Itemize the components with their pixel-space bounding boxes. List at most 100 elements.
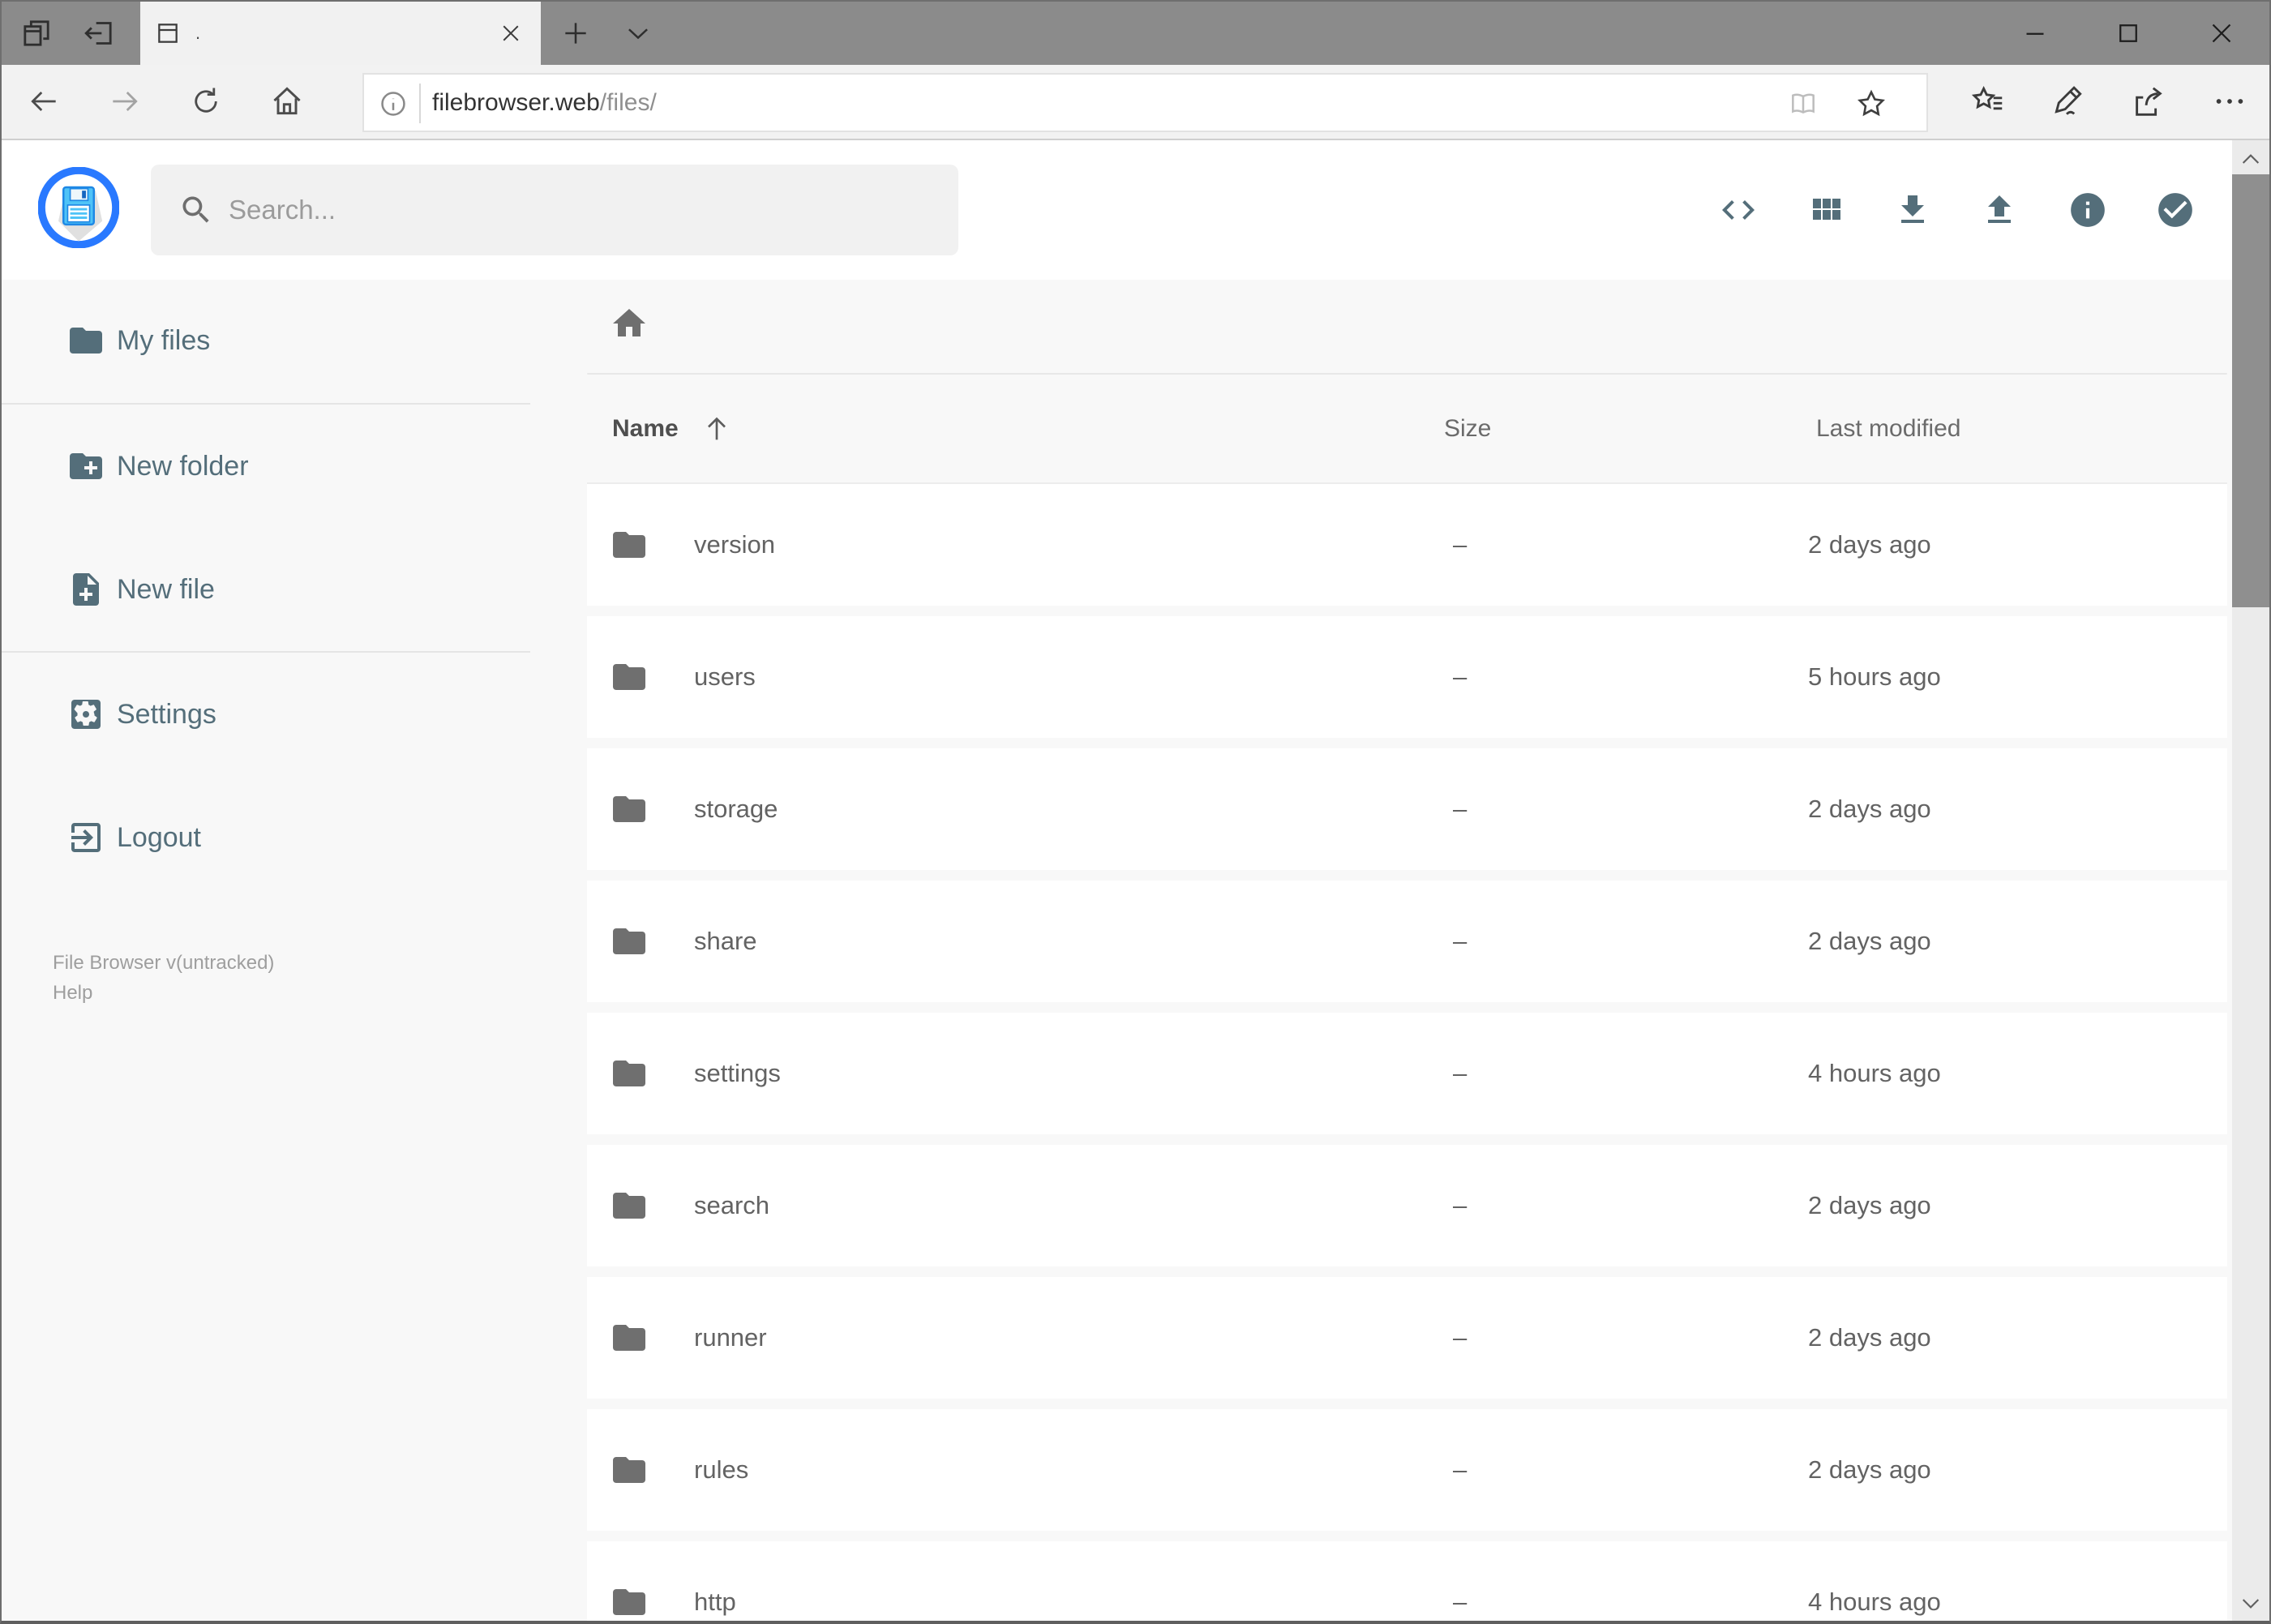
settings-more-button[interactable] [2212,84,2247,119]
sidebar-item-my-files[interactable]: My files [2,300,537,381]
file-row-runner[interactable]: runner – 2 days ago [587,1277,2227,1399]
add-favorite-star-icon[interactable] [1854,87,1888,121]
grid-view-button[interactable] [1806,191,1845,229]
web-note-button[interactable] [2050,84,2085,119]
column-header-size[interactable]: Size [1444,408,1491,450]
file-modified: 2 days ago [1808,1455,1931,1484]
file-row-rules[interactable]: rules – 2 days ago [587,1409,2227,1531]
column-header-name[interactable]: Name [612,408,679,450]
info-button[interactable] [2068,191,2107,229]
breadcrumb-home-button[interactable] [610,304,649,343]
file-row-http[interactable]: http – 4 hours ago [587,1541,2227,1622]
tab-close-icon[interactable] [499,21,523,45]
file-row-settings[interactable]: settings – 4 hours ago [587,1013,2227,1134]
filebrowser-logo[interactable] [38,167,119,248]
chevron-down-icon [623,18,653,49]
set-tabs-aside-icon [83,17,115,49]
logout-icon [66,818,105,857]
minimize-button[interactable] [2017,15,2053,51]
file-row-users[interactable]: users – 5 hours ago [587,616,2227,738]
share-button[interactable] [2131,84,2166,119]
tab-favicon-icon [155,20,181,46]
sidebar-item-new-file[interactable]: New file [2,549,537,630]
close-icon [2207,19,2236,48]
sidebar-footer: File Browser v(untracked) Help [53,948,274,1008]
select-multiple-button[interactable] [2156,191,2195,229]
file-name: share [694,927,757,955]
file-name: version [694,530,775,559]
column-header-modified[interactable]: Last modified [1816,408,1960,450]
app-header [2,140,2232,280]
sidebar-item-label: Settings [117,699,216,730]
scroll-up-icon[interactable] [2238,147,2264,173]
set-tabs-aside-button[interactable] [81,15,117,51]
file-name: rules [694,1455,749,1484]
scrollbar-thumb[interactable] [2232,174,2269,607]
file-modified: 2 days ago [1808,1191,1931,1219]
reading-view-icon[interactable] [1788,88,1819,119]
minimize-icon [2020,19,2050,48]
file-size: – [1453,1588,1468,1616]
settings-gear-icon [66,695,105,734]
file-row-share[interactable]: share – 2 days ago [587,881,2227,1002]
file-name: http [694,1588,736,1616]
sidebar-item-label: New folder [117,451,249,482]
sidebar-item-logout[interactable]: Logout [2,797,537,878]
file-size: – [1453,662,1468,691]
shell-toggle-button[interactable] [1719,191,1758,229]
close-window-button[interactable] [2204,15,2239,51]
search-input[interactable] [229,165,926,255]
url-path: /files/ [599,89,657,116]
browser-tab[interactable]: . [140,2,541,65]
maximize-button[interactable] [2110,15,2146,51]
folder-icon [610,525,649,564]
download-button[interactable] [1893,191,1932,229]
file-row-search[interactable]: search – 2 days ago [587,1145,2227,1266]
file-row-storage[interactable]: storage – 2 days ago [587,748,2227,870]
folder-icon [610,658,649,696]
code-icon [1719,191,1758,229]
search-bar[interactable] [151,165,958,255]
ellipsis-icon [2211,83,2248,120]
file-modified: 4 hours ago [1808,1588,1941,1616]
sidebar-item-label: My files [117,325,211,356]
file-modified: 2 days ago [1808,1323,1931,1352]
sidebar-item-settings[interactable]: Settings [2,674,537,755]
file-name: search [694,1191,770,1219]
download-icon [1893,191,1932,229]
upload-button[interactable] [1980,191,2019,229]
new-tab-button[interactable] [558,15,593,51]
site-info-icon[interactable] [378,88,409,119]
forward-button[interactable] [107,84,143,119]
home-button[interactable] [269,84,305,119]
refresh-button[interactable] [188,84,224,119]
sidebar-item-new-folder[interactable]: New folder [2,426,537,507]
tab-preview-button[interactable] [19,15,54,51]
file-name: settings [694,1059,781,1087]
file-modified: 2 days ago [1808,795,1931,823]
hub-star-list-icon [1969,83,2007,120]
folder-icon [610,1450,649,1489]
sort-ascending-arrow-icon[interactable] [701,413,733,445]
address-bar[interactable]: filebrowser.web/files/ [362,73,1928,132]
filebrowser-app: My files New folder New file Settings Lo… [2,140,2232,1622]
search-icon [178,192,214,228]
sidebar-divider [2,403,530,405]
new-file-icon [66,570,105,609]
help-link[interactable]: Help [53,978,274,1008]
file-row-version[interactable]: version – 2 days ago [587,484,2227,606]
scroll-down-icon[interactable] [2238,1590,2264,1616]
title-bar: . [2,2,2269,65]
tab-title: . [195,23,201,43]
folder-icon [610,1054,649,1093]
hub-favorites-button[interactable] [1970,84,2006,119]
page-scrollbar[interactable] [2232,140,2269,1622]
file-modified: 2 days ago [1808,927,1931,955]
tab-list-button[interactable] [620,15,656,51]
back-button[interactable] [26,84,62,119]
file-modified: 2 days ago [1808,530,1931,559]
file-size: – [1453,530,1468,559]
floppy-disk-logo-icon [38,167,119,248]
sidebar-divider [2,651,530,653]
file-size: – [1453,1059,1468,1087]
